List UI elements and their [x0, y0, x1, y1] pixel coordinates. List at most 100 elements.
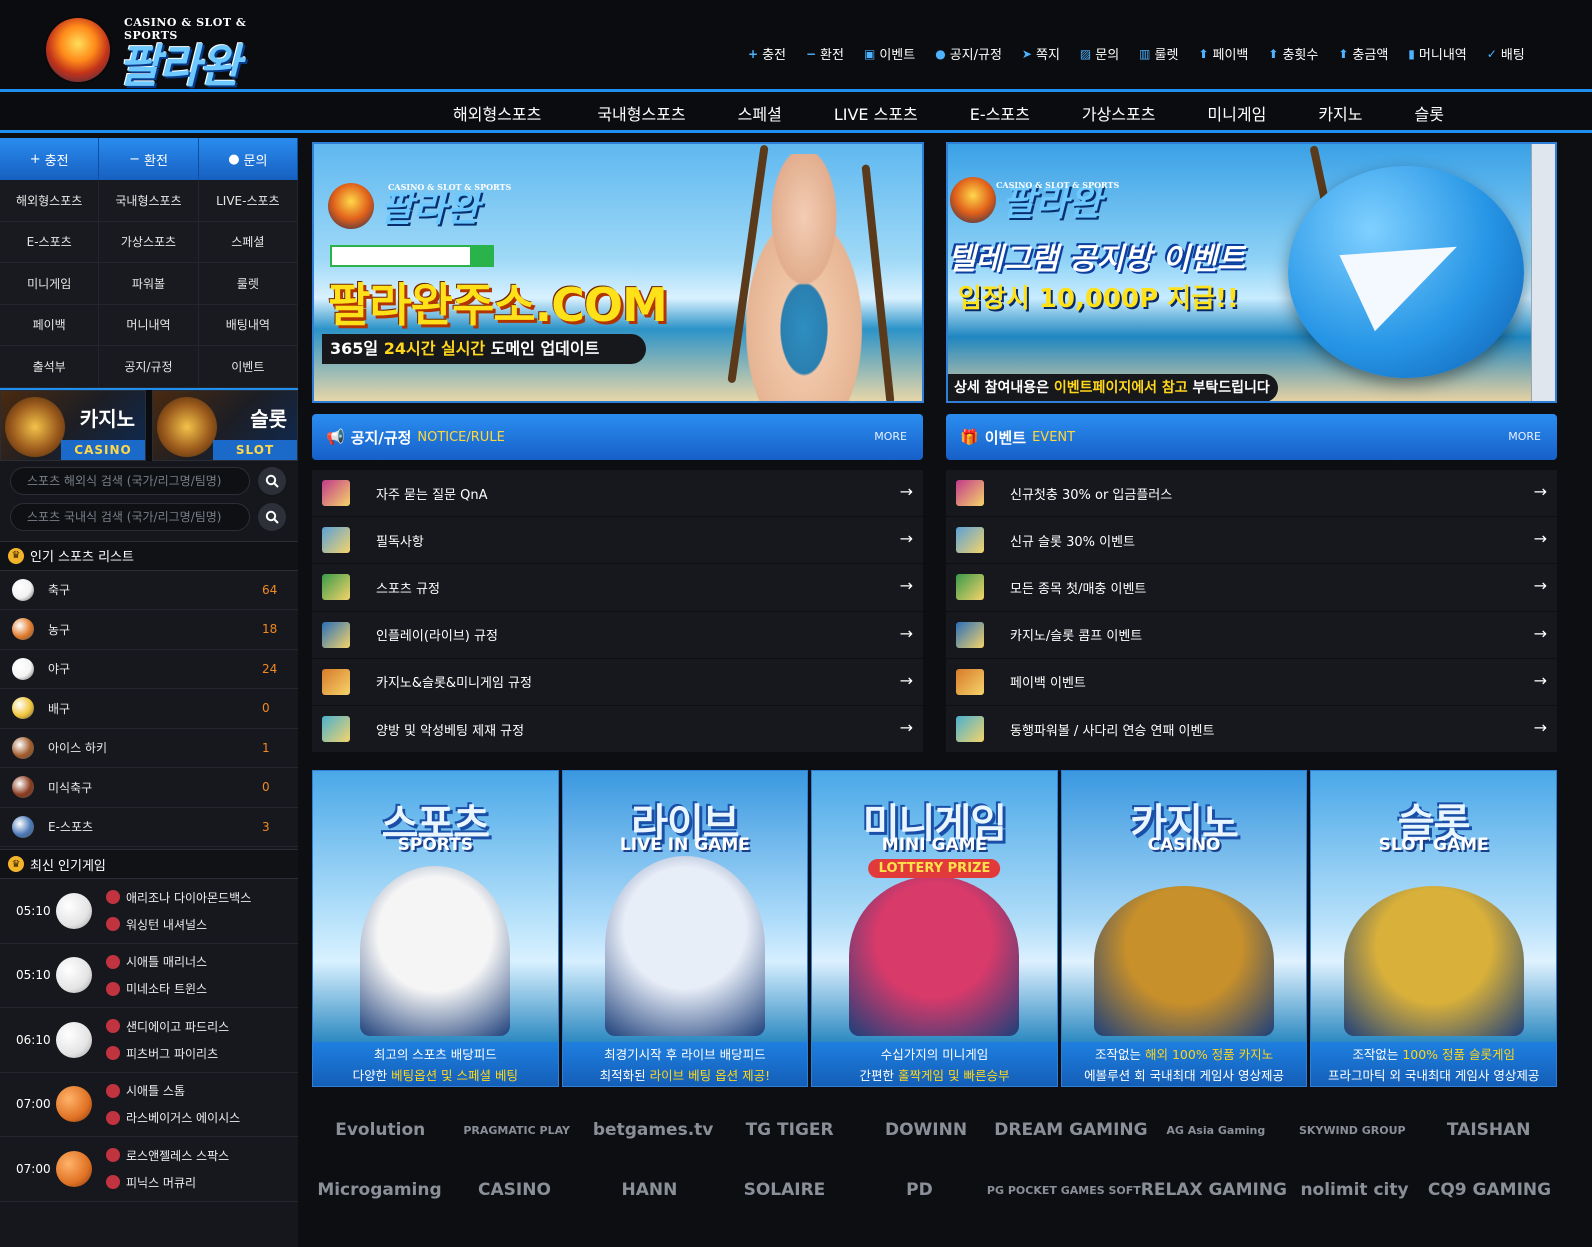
banner-scrollbar[interactable] [1531, 144, 1555, 401]
sidebar-menu-item[interactable]: E-스포츠 [0, 221, 100, 263]
game-card-4[interactable]: 슬롯 SLOT GAME 조작없는 100% 정품 슬롯게임 프라그마틱 외 국내최대… [1310, 770, 1557, 1087]
domestic-search-input[interactable]: 스포츠 국내식 검색 (국가/리그명/팀명) [10, 502, 250, 531]
sport-row[interactable]: 축구 64 [0, 570, 298, 610]
topnav-item-4[interactable]: ➤ 쪽지 [1022, 44, 1060, 64]
main-nav-item[interactable]: 해외형스포츠 [453, 101, 541, 125]
topnav-item-5[interactable]: ▨ 문의 [1079, 44, 1119, 64]
event-item-title: 카지노/슬롯 콤프 이벤트 [1010, 629, 1143, 645]
slot-shortcut-button[interactable]: 슬롯 SLOT [152, 389, 298, 461]
banner-caption: 상세 참여내용은 이벤트페이지에서 참고 부탁드립니다 [948, 374, 1278, 401]
event-item[interactable]: 신규첫충 30% or 입금플러스 → [946, 470, 1557, 518]
sidebar-menu-item[interactable]: 해외형스포츠 [0, 180, 100, 222]
search-icon [265, 474, 279, 488]
main-nav-item[interactable]: 스페셜 [738, 101, 782, 125]
team-away: 라스베이거스 에이시스 [106, 1109, 240, 1126]
notice-item[interactable]: 자주 묻는 질문 QnA → [312, 470, 923, 518]
notice-more-link[interactable]: MORE [874, 430, 907, 443]
main-nav-item[interactable]: LIVE 스포츠 [834, 101, 918, 125]
site-logo[interactable]: CASINO & SLOT & SPORTS 팔라완 [46, 14, 286, 93]
event-item[interactable]: 동행파워볼 / 사다리 연승 연패 이벤트 → [946, 705, 1557, 754]
event-item[interactable]: 모든 종목 첫/매충 이벤트 → [946, 564, 1557, 612]
sidebar-menu-item[interactable]: 스페셜 [198, 221, 298, 263]
sport-count: 24 [262, 661, 278, 676]
sport-row[interactable]: 야구 24 [0, 649, 298, 689]
sidebar-menu-item[interactable]: 국내형스포츠 [99, 180, 199, 222]
topnav-item-0[interactable]: + 충전 [748, 44, 786, 64]
game-card-1[interactable]: 라이브 LIVE IN GAME 최경기시작 후 라이브 배당피드 최적화된 라이브 … [561, 770, 809, 1087]
sport-count: 3 [262, 819, 270, 834]
sidebar-menu-item[interactable]: LIVE-스포츠 [198, 180, 298, 222]
sidebar-menu-item[interactable]: 룰렛 [198, 263, 298, 305]
topnav-item-6[interactable]: ▥ 룰렛 [1139, 44, 1179, 64]
game-card-0[interactable]: 스포츠 SPORTS 최고의 스포츠 배당피드 다양한 베팅옵션 및 스페셜 베팅 [312, 770, 559, 1087]
casino-shortcut-button[interactable]: 카지노 CASINO [0, 389, 146, 461]
sidebar-menu-item[interactable]: 출석부 [0, 346, 100, 388]
notice-item[interactable]: 필독사항 → [312, 517, 923, 565]
caption-line: 수십가지의 미니게임 [881, 1044, 988, 1063]
sport-count: 64 [262, 582, 278, 597]
main-nav-item[interactable]: 미니게임 [1207, 101, 1266, 125]
sidebar-menu-item[interactable]: 미니게임 [0, 263, 100, 305]
event-item[interactable]: 신규 슬롯 30% 이벤트 → [946, 517, 1557, 565]
event-item[interactable]: 페이백 이벤트 → [946, 658, 1557, 706]
hot-game-row[interactable]: 07:00 로스앤젤레스 스팍스 피닉스 머큐리 [0, 1137, 298, 1202]
main-nav-item[interactable]: 가상스포츠 [1082, 101, 1156, 125]
hot-game-row[interactable]: 05:10 애리조나 다이아몬드백스 워싱턴 내셔널스 [0, 879, 298, 944]
hot-game-row[interactable]: 06:10 샌디에이고 파드리스 피츠버그 파이리츠 [0, 1008, 298, 1073]
team-logo-icon [106, 1019, 120, 1034]
arrow-right-icon: → [899, 576, 913, 596]
baseball-icon [56, 957, 92, 994]
caption-line: 최고의 스포츠 배당피드 [374, 1044, 497, 1063]
overseas-search-button[interactable] [258, 466, 286, 495]
topnav-item-2[interactable]: ▣ 이벤트 [864, 44, 915, 64]
topnav-item-8[interactable]: ⬆ 충횟수 [1268, 44, 1318, 64]
topnav-item-10[interactable]: ▮ 머니내역 [1408, 44, 1466, 64]
topnav-item-1[interactable]: − 환전 [806, 44, 844, 64]
event-more-link[interactable]: MORE [1508, 430, 1541, 443]
sidebar-menu-item[interactable]: 배팅내역 [198, 304, 298, 346]
main-nav-item[interactable]: 국내형스포츠 [597, 101, 685, 125]
sidebar-menu-item[interactable]: 이벤트 [198, 346, 298, 388]
caption-text: 에볼루션 회 국내최대 게임사 영상제공 [1084, 1068, 1285, 1083]
sport-row[interactable]: E-스포츠 3 [0, 807, 298, 847]
quick-button-1[interactable]: − 환전 [99, 138, 199, 180]
notice-item[interactable]: 스포츠 규정 → [312, 564, 923, 612]
team-home: 시애틀 스톰 [106, 1082, 240, 1099]
game-card-3[interactable]: 카지노 CASINO 조작없는 해외 100% 정품 카지노 에볼루션 회 국내최대 … [1060, 770, 1308, 1087]
sport-row[interactable]: 미식축구 0 [0, 768, 298, 808]
main-nav-item[interactable]: 카지노 [1318, 101, 1362, 125]
topnav-item-7[interactable]: ⬆ 페이백 [1198, 44, 1248, 64]
topnav-label: 룰렛 [1154, 48, 1179, 63]
domestic-search-button[interactable] [258, 502, 286, 531]
sidebar-menu-item[interactable]: 가상스포츠 [99, 221, 199, 263]
team-name: 시애틀 스톰 [126, 1084, 186, 1099]
sport-row[interactable]: 배구 0 [0, 689, 298, 729]
provider-logo: CQ9 GAMING [1427, 1180, 1552, 1200]
hot-game-row[interactable]: 07:00 시애틀 스톰 라스베이거스 에이시스 [0, 1072, 298, 1137]
quick-button-0[interactable]: + 충전 [0, 138, 100, 180]
topnav-label: 충금액 [1352, 48, 1389, 63]
notice-item[interactable]: 양방 및 악성베팅 제재 규정 → [312, 705, 923, 754]
main-nav-item[interactable]: 슬롯 [1414, 101, 1443, 125]
sidebar-menu-item[interactable]: 공지/규정 [99, 346, 199, 388]
sport-row[interactable]: 아이스 하키 1 [0, 728, 298, 768]
notice-item[interactable]: 인플레이(라이브) 규정 → [312, 611, 923, 659]
event-item[interactable]: 카지노/슬롯 콤프 이벤트 → [946, 611, 1557, 659]
game-card-2[interactable]: 미니게임 MINI GAME LOTTERY PRIZE 수십가지의 미니게임 간편한 … [811, 770, 1058, 1087]
notice-item[interactable]: 카지노&슬롯&미니게임 규정 → [312, 658, 923, 706]
overseas-search-input[interactable]: 스포츠 해외식 검색 (국가/리그명/팀명) [10, 466, 250, 495]
topnav-item-11[interactable]: ✓ 배팅 [1487, 44, 1525, 64]
sidebar-menu-item[interactable]: 페이백 [0, 304, 100, 346]
topnav-icon: ▨ [1079, 46, 1092, 61]
sidebar-menu-item[interactable]: 머니내역 [99, 304, 199, 346]
sidebar-menu-item[interactable]: 파워볼 [99, 263, 199, 305]
domain-banner[interactable]: 팔라완 CASINO & SLOT & SPORTS 팔라완주소.COM 365… [312, 142, 924, 403]
arrow-right-icon: → [1533, 529, 1547, 549]
main-nav-item[interactable]: E-스포츠 [970, 101, 1030, 125]
quick-button-2[interactable]: ● 문의 [198, 138, 298, 180]
hot-game-row[interactable]: 05:10 시애틀 매리너스 미네소타 트윈스 [0, 943, 298, 1008]
topnav-item-3[interactable]: ● 공지/규정 [935, 44, 1002, 64]
sport-row[interactable]: 농구 18 [0, 610, 298, 650]
topnav-item-9[interactable]: ⬆ 충금액 [1338, 44, 1389, 64]
telegram-event-banner[interactable]: 팔라완 CASINO & SLOT & SPORTS 텔레그램 공지방 이벤트 … [946, 142, 1557, 403]
